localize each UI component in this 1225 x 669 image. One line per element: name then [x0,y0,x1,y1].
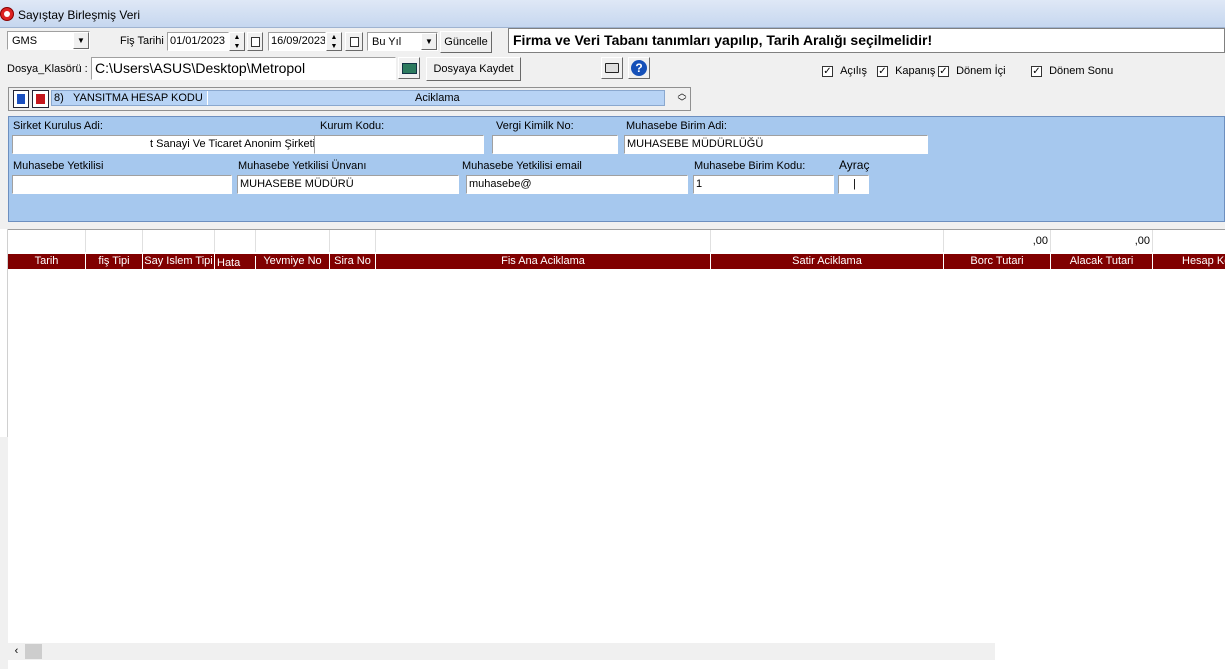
alacak-total: ,00 [1051,230,1153,252]
account-import-icon[interactable] [13,90,29,108]
col-fis-tipi[interactable]: fiş Tipi [86,254,143,269]
end-date-spinner[interactable]: ▲ ▼ [326,32,342,51]
window-title: Sayıştay Birleşmiş Veri [18,8,141,22]
grid-totals-row: ,00 ,00 [8,230,1225,253]
help-icon: ? [631,60,647,76]
acilis-label: Açılış [840,65,867,77]
save-to-file-button[interactable]: Dosyaya Kaydet [426,57,521,81]
email-label: Muhasebe Yetkilisi email [462,160,582,172]
account-divider [207,91,208,105]
donem-ici-check[interactable]: ✓ [938,65,949,77]
col-borc-tutari[interactable]: Borc Tutari [944,254,1051,269]
start-date-calendar-icon[interactable] [247,32,263,51]
birim-adi-label: Muhasebe Birim Adi: [626,120,727,132]
account-bar: 8) YANSITMA HESAP KODU Aciklama ︿ ﹀ [8,87,691,111]
yetkili-input[interactable] [12,175,232,194]
donem-ici-checkbox[interactable]: ✓ Dönem İçi [938,65,1006,77]
start-date-field[interactable]: 01/01/2023 [167,32,229,51]
scroll-thumb[interactable] [25,644,42,659]
period-select-arrow[interactable]: ▼ [421,33,437,50]
company-select-arrow[interactable]: ▼ [73,32,89,49]
unvan-input[interactable]: MUHASEBE MÜDÜRÜ [237,175,459,194]
kapanis-label: Kapanış [895,65,936,77]
folder-browse-button[interactable] [398,57,420,79]
sirket-label: Sirket Kurulus Adi: [13,120,103,132]
update-button[interactable]: Güncelle [440,31,492,53]
printer-icon [605,63,619,73]
grid-header: Tarih fiş Tipi Say Islem Tipi Hata Yevmi… [8,254,1225,271]
kapanis-check[interactable]: ✓ [877,65,888,77]
scroll-left-icon[interactable]: ‹ [8,643,25,660]
horizontal-scrollbar[interactable]: ‹ [8,643,995,660]
col-say-islem-tipi[interactable]: Say Islem Tipi [143,254,215,269]
col-sira-no[interactable]: Sira No [330,254,376,269]
birim-adi-input[interactable]: MUHASEBE MÜDÜRLÜĞÜ [624,135,928,154]
ayrac-input[interactable]: | [838,175,869,194]
folder-icon [402,63,417,74]
donem-ici-label: Dönem İçi [956,65,1006,77]
donem-sonu-check[interactable]: ✓ [1031,65,1042,77]
account-scroll-icon[interactable]: ︿ ﹀ [675,89,689,109]
account-code-label: YANSITMA HESAP KODU [73,92,203,104]
donem-sonu-label: Dönem Sonu [1049,65,1114,77]
col-fis-ana-aciklama[interactable]: Fis Ana Aciklama [376,254,711,269]
email-input[interactable]: muhasebe@ [466,175,688,194]
company-info-panel: Sirket Kurulus Adi: t Sanayi Ve Ticaret … [8,116,1225,222]
kurum-input[interactable] [314,135,484,154]
data-grid[interactable]: ,00 ,00 Tarih fiş Tipi Say Islem Tipi Ha… [8,229,1225,669]
company-select-value: GMS [12,35,38,47]
fis-tarihi-label: Fiş Tarihi : [120,35,170,47]
vergi-label: Vergi Kimilk No: [496,120,574,132]
status-message: Firma ve Veri Tabanı tanımları yapılıp, … [508,28,1225,53]
start-date-spinner[interactable]: ▲ ▼ [229,32,245,51]
account-code: 8) [54,92,64,104]
col-tarih[interactable]: Tarih [8,254,86,269]
col-alacak-tutari[interactable]: Alacak Tutari [1051,254,1153,269]
company-select[interactable]: GMS ▼ [7,31,90,50]
sirket-input[interactable]: t Sanayi Ve Ticaret Anonim Şirketi [12,135,318,154]
period-select[interactable]: Bu Yıl ▼ [367,32,438,51]
file-path-input[interactable]: C:\Users\ASUS\Desktop\Metropol [91,57,396,80]
yetkili-label: Muhasebe Yetkilisi [13,160,104,172]
birim-kodu-label: Muhasebe Birim Kodu: [694,160,806,172]
help-button[interactable]: ? [628,57,650,79]
unvan-label: Muhasebe Yetkilisi Ünvanı [238,160,367,172]
ayrac-label: Ayraç [839,158,870,172]
col-hata[interactable]: Hata [215,256,256,271]
acilis-checkbox[interactable]: ✓ Açılış [822,65,867,77]
period-select-value: Bu Yıl [372,36,402,48]
col-hesap-kodu[interactable]: Hesap Kodu [1153,254,1225,269]
print-button[interactable] [601,57,623,79]
acilis-check[interactable]: ✓ [822,65,833,77]
end-date-field[interactable]: 16/09/2023 [268,32,326,51]
kapanis-checkbox[interactable]: ✓ Kapanış [877,65,935,77]
account-export-icon[interactable] [32,90,49,108]
end-date-calendar-icon[interactable] [345,32,363,51]
file-path-label: Dosya_Klasörü : [7,63,88,75]
birim-kodu-input[interactable]: 1 [693,175,834,194]
col-satir-aciklama[interactable]: Satir Aciklama [711,254,944,269]
account-description-label: Aciklama [415,92,460,104]
col-yevmiye-no[interactable]: Yevmiye No [256,254,330,269]
app-icon [0,7,14,21]
account-header-strip: 8) YANSITMA HESAP KODU Aciklama [51,90,665,106]
borc-total: ,00 [944,230,1051,252]
kurum-label: Kurum Kodu: [320,120,385,132]
vergi-input[interactable] [492,135,618,154]
donem-sonu-checkbox[interactable]: ✓ Dönem Sonu [1031,65,1113,77]
grid-left-edge [0,229,8,437]
title-bar: Sayıştay Birleşmiş Veri [0,0,1225,28]
